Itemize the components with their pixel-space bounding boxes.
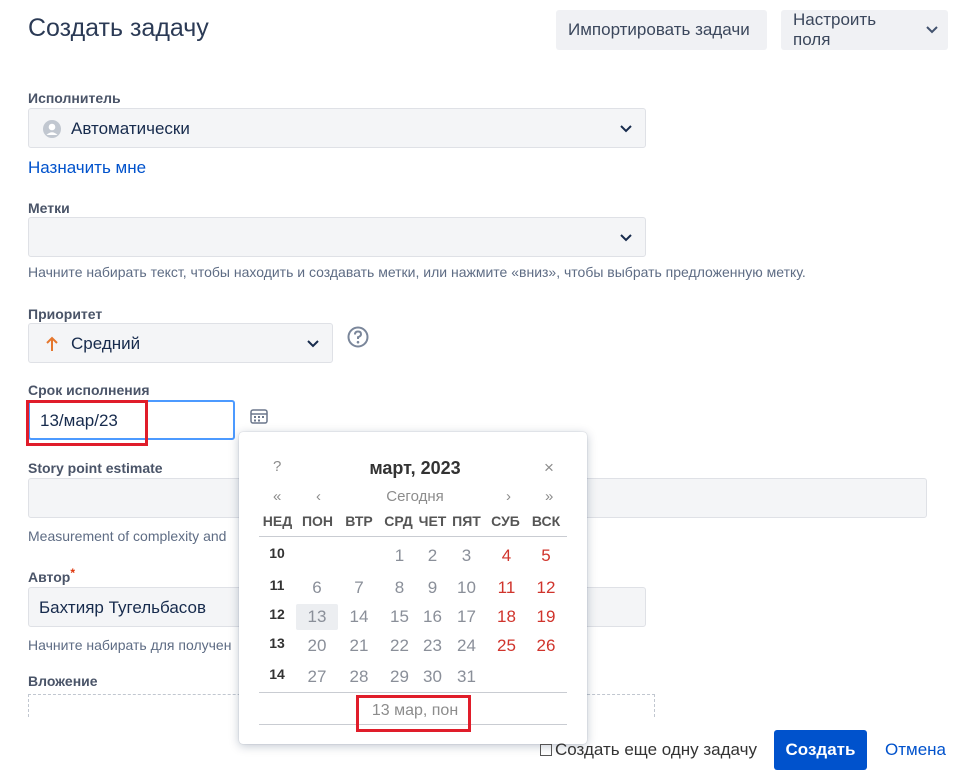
calendar-day[interactable]: 12 [527, 575, 565, 601]
calendar-day[interactable]: 1 [382, 543, 417, 569]
priority-select[interactable]: Средний [28, 323, 333, 363]
calendar-week-number: 11 [269, 577, 285, 593]
assignee-value: Автоматически [71, 119, 190, 138]
chevron-down-icon [307, 340, 319, 348]
calendar-day[interactable]: 23 [417, 633, 448, 659]
story-points-label: Story point estimate [28, 460, 163, 476]
calendar-today-button[interactable]: Сегодня [239, 488, 591, 505]
weekday-label: ВТР [345, 513, 373, 529]
calendar-day[interactable]: 7 [338, 575, 380, 601]
calendar-close-button[interactable]: × [544, 458, 554, 478]
calendar-divider [259, 536, 567, 537]
calendar-day[interactable]: 17 [449, 604, 484, 630]
priority-label: Приоритет [28, 306, 103, 322]
cancel-link[interactable]: Отмена [885, 740, 946, 760]
calendar-week-number: 14 [269, 666, 285, 682]
assignee-label: Исполнитель [28, 90, 121, 106]
calendar-day[interactable]: 16 [417, 604, 448, 630]
calendar-day[interactable]: 14 [338, 604, 380, 630]
avatar-icon [43, 120, 61, 138]
due-date-label: Срок исполнения [28, 382, 150, 398]
calendar-week-number: 10 [269, 545, 285, 561]
assignee-select[interactable]: Автоматически [28, 108, 646, 148]
create-button[interactable]: Создать [774, 730, 867, 770]
calendar-day[interactable]: 4 [486, 543, 527, 569]
calendar-next-month-button[interactable]: › [506, 488, 511, 505]
calendar-divider [259, 692, 567, 693]
weekday-label: ЧЕТ [418, 513, 447, 529]
author-help-text: Начните набирать для получен [28, 637, 232, 653]
calendar-day[interactable]: 10 [449, 575, 484, 601]
question-circle-icon[interactable] [347, 326, 369, 348]
create-another-label: Создать еще одну задачу [555, 740, 757, 759]
calendar-day[interactable]: 6 [298, 575, 336, 601]
calendar-day[interactable]: 2 [417, 543, 448, 569]
chevron-down-icon [926, 26, 938, 34]
calendar-day[interactable]: 27 [298, 664, 336, 690]
attachment-label: Вложение [28, 673, 98, 689]
calendar-day[interactable]: 15 [382, 604, 417, 630]
story-points-help-text: Measurement of complexity and [28, 528, 227, 544]
labels-select[interactable] [28, 217, 646, 257]
calendar-next-year-button[interactable]: » [545, 488, 553, 505]
calendar-day[interactable]: 26 [527, 633, 565, 659]
calendar-day[interactable]: 11 [486, 575, 527, 601]
calendar-week-number: 13 [269, 635, 285, 651]
author-value: Бахтияр Тугельбасов [39, 598, 206, 617]
calendar-day[interactable]: 31 [449, 664, 484, 690]
calendar-day[interactable]: 5 [527, 543, 565, 569]
calendar-weekday-header: НЕД ПОН ВТР СРД ЧЕТ ПЯТ СУБ ВСК [258, 513, 565, 529]
calendar-day[interactable]: 25 [486, 633, 527, 659]
calendar-day[interactable]: 30 [417, 664, 448, 690]
author-label: Автор* [28, 566, 75, 585]
priority-medium-icon [46, 336, 58, 351]
weekday-label: ВСК [531, 513, 561, 529]
due-date-highlight [26, 400, 148, 446]
calendar-week-number: 12 [269, 606, 285, 622]
weekday-label: ПЯТ [452, 513, 481, 529]
create-another-checkbox[interactable] [540, 744, 552, 756]
create-another-option[interactable]: Создать еще одну задачу [540, 740, 757, 760]
calendar-day[interactable]: 13 [296, 604, 338, 630]
configure-fields-label: Настроить поля [793, 10, 877, 49]
calendar-day[interactable]: 9 [417, 575, 448, 601]
author-label-text: Автор [28, 569, 71, 585]
calendar-day[interactable]: 21 [338, 633, 380, 659]
required-asterisk-icon: * [70, 566, 75, 580]
chevron-down-icon [620, 125, 632, 133]
calendar-day[interactable]: 20 [298, 633, 336, 659]
calendar-day[interactable]: 28 [338, 664, 380, 690]
weekday-label: СРД [384, 513, 413, 529]
selected-date-highlight [356, 695, 471, 732]
calendar-day[interactable]: 18 [486, 604, 527, 630]
calendar-day[interactable]: 3 [449, 543, 484, 569]
calendar-day[interactable]: 19 [527, 604, 565, 630]
calendar-day[interactable]: 8 [382, 575, 417, 601]
weekday-label: ПОН [301, 513, 334, 529]
assign-to-me-link[interactable]: Назначить мне [28, 158, 146, 178]
priority-value: Средний [71, 334, 141, 353]
weekday-label: НЕД [262, 513, 293, 529]
chevron-down-icon [620, 234, 632, 242]
import-issues-button[interactable]: Импортировать задачи [556, 10, 767, 50]
calendar-day[interactable]: 29 [382, 664, 417, 690]
page-title: Создать задачу [28, 14, 209, 42]
weekday-label: СУБ [491, 513, 520, 529]
configure-fields-button[interactable]: Настроить поля [781, 10, 948, 50]
calendar-day[interactable]: 24 [449, 633, 484, 659]
labels-help-text: Начните набирать текст, чтобы находить и… [28, 264, 806, 280]
calendar-icon[interactable] [250, 408, 268, 424]
labels-label: Метки [28, 200, 70, 216]
calendar-month-title: март, 2023 [369, 458, 461, 478]
calendar-day[interactable]: 22 [382, 633, 417, 659]
